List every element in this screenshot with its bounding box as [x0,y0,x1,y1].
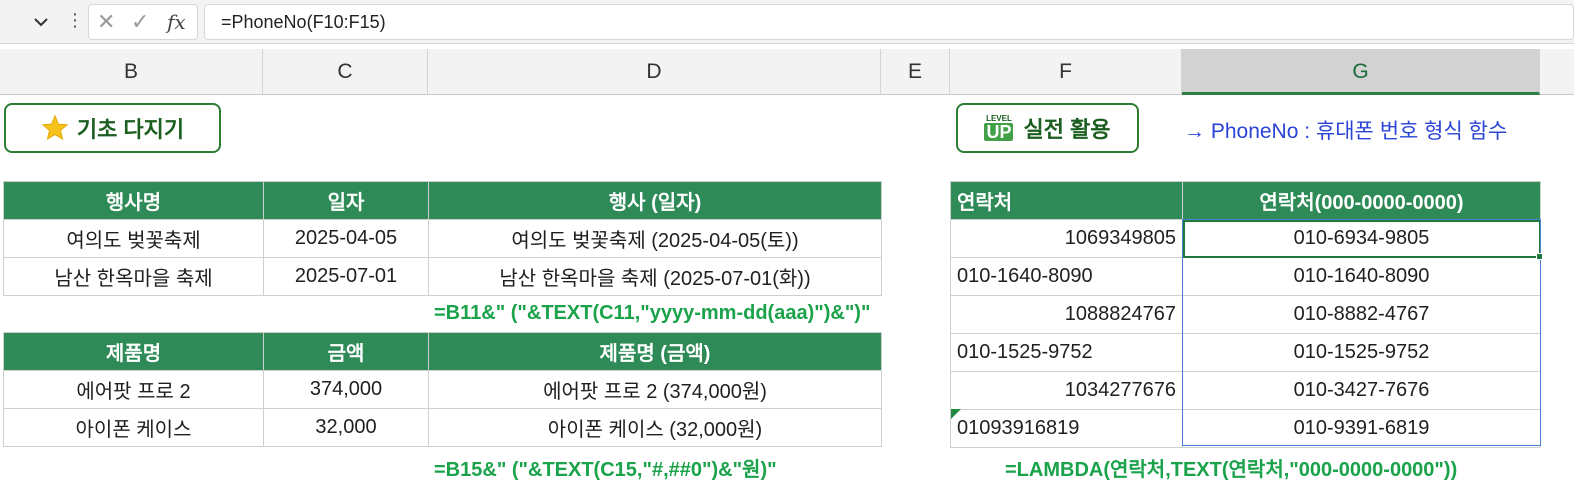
cell-event-with-date[interactable]: 여의도 벚꽃축제 (2025-04-05(토)) [428,219,882,258]
cell-contact-formatted[interactable]: 010-9391-6819 [1182,409,1541,448]
product-table: 제품명 금액 제품명 (금액) 에어팟 프로 2 374,000 에어팟 프로 … [3,332,882,447]
fill-handle[interactable] [1536,253,1543,260]
column-header-g[interactable]: G [1182,49,1540,95]
basics-badge-label: 기초 다지기 [76,117,185,142]
column-header-d[interactable]: D [428,49,881,95]
cell-contact-formatted[interactable]: 010-8882-4767 [1182,295,1541,334]
header-contact-formatted: 연락처(000-0000-0000) [1182,181,1541,220]
formula-buttons: ✕ ✓ fx [88,4,198,40]
star-icon [41,114,69,141]
practical-badge-label: 실전 활용 [1023,117,1111,142]
cancel-icon[interactable]: ✕ [97,12,115,34]
column-header-c[interactable]: C [263,49,428,95]
cell-product-name[interactable]: 에어팟 프로 2 [3,370,264,409]
cell-event-name[interactable]: 여의도 벚꽃축제 [3,219,264,258]
table-row: 1069349805 010-6934-9805 [950,219,1541,258]
cell-product-name[interactable]: 아이폰 케이스 [3,408,264,447]
table-row: 아이폰 케이스 32,000 아이폰 케이스 (32,000원) [3,408,882,447]
cell-contact-formatted[interactable]: 010-1525-9752 [1182,333,1541,372]
column-headers: B C D E F G [0,49,1574,95]
cell-event-name[interactable]: 남산 한옥마을 축제 [3,257,264,296]
table-row: 010-1640-8090 010-1640-8090 [950,257,1541,296]
name-box-dropdown[interactable] [30,12,52,32]
cell-contact[interactable]: 1088824767 [950,295,1183,334]
enter-icon[interactable]: ✓ [131,12,149,34]
column-header-e[interactable]: E [881,49,950,95]
number-as-text-indicator-icon[interactable] [951,409,961,419]
table-row: 01093916819 010-9391-6819 [950,409,1541,448]
column-header-f[interactable]: F [950,49,1182,95]
formula-bar: ⋮ ✕ ✓ fx =PhoneNo(F10:F15) [0,0,1574,44]
header-price: 금액 [263,332,429,371]
level-up-icon: LEVEL UP [984,115,1014,142]
table-row: 1088824767 010-8882-4767 [950,295,1541,334]
cell-contact-formatted-active[interactable]: 010-6934-9805 [1182,219,1541,258]
formula-input[interactable]: =PhoneNo(F10:F15) [204,4,1574,40]
up-label: UP [984,122,1014,142]
cell-contact-formatted[interactable]: 010-3427-7676 [1182,371,1541,410]
event-formula-note: =B11&" ("&TEXT(C11,"yyyy-mm-dd(aaa)")&")… [434,302,871,324]
header-date: 일자 [263,181,429,220]
table-row: 여의도 벚꽃축제 2025-04-05 여의도 벚꽃축제 (2025-04-05… [3,219,882,258]
header-contact: 연락처 [950,181,1183,220]
cell-date[interactable]: 2025-07-01 [263,257,429,296]
product-formula-note: =B15&" ("&TEXT(C15,"#,##0")&"원)" [434,459,777,481]
phoneno-note: → PhoneNo : 휴대폰 번호 형식 함수 [1184,120,1508,143]
cell-date[interactable]: 2025-04-05 [263,219,429,258]
lambda-formula-note: =LAMBDA(연락처,TEXT(연락처,"000-0000-0000")) [1005,459,1458,481]
header-product-with-price: 제품명 (금액) [428,332,882,371]
table-row: 010-1525-9752 010-1525-9752 [950,333,1541,372]
cell-contact[interactable]: 01093916819 [950,409,1183,448]
basics-badge: 기초 다지기 [4,103,221,153]
header-event-name: 행사명 [3,181,264,220]
cell-event-with-date[interactable]: 남산 한옥마을 축제 (2025-07-01(화)) [428,257,882,296]
cell-price[interactable]: 374,000 [263,370,429,409]
cell-price[interactable]: 32,000 [263,408,429,447]
header-product-name: 제품명 [3,332,264,371]
table-row: 에어팟 프로 2 374,000 에어팟 프로 2 (374,000원) [3,370,882,409]
table-row: 1034277676 010-3427-7676 [950,371,1541,410]
event-table: 행사명 일자 행사 (일자) 여의도 벚꽃축제 2025-04-05 여의도 벚… [3,181,882,296]
header-event-with-date: 행사 (일자) [428,181,882,220]
more-options-icon[interactable]: ⋮ [66,10,84,31]
cell-product-with-price[interactable]: 에어팟 프로 2 (374,000원) [428,370,882,409]
cell-contact[interactable]: 1034277676 [950,371,1183,410]
cell-contact[interactable]: 1069349805 [950,219,1183,258]
column-header-b[interactable]: B [0,49,263,95]
cell-product-with-price[interactable]: 아이폰 케이스 (32,000원) [428,408,882,447]
cell-contact[interactable]: 010-1640-8090 [950,257,1183,296]
phone-table: 연락처 연락처(000-0000-0000) 1069349805 010-69… [950,181,1541,448]
practical-badge: LEVEL UP 실전 활용 [956,103,1139,153]
cell-contact[interactable]: 010-1525-9752 [950,333,1183,372]
cell-contact-formatted[interactable]: 010-1640-8090 [1182,257,1541,296]
chevron-down-icon [34,18,48,27]
insert-function-icon[interactable]: fx [167,10,186,34]
table-row: 남산 한옥마을 축제 2025-07-01 남산 한옥마을 축제 (2025-0… [3,257,882,296]
